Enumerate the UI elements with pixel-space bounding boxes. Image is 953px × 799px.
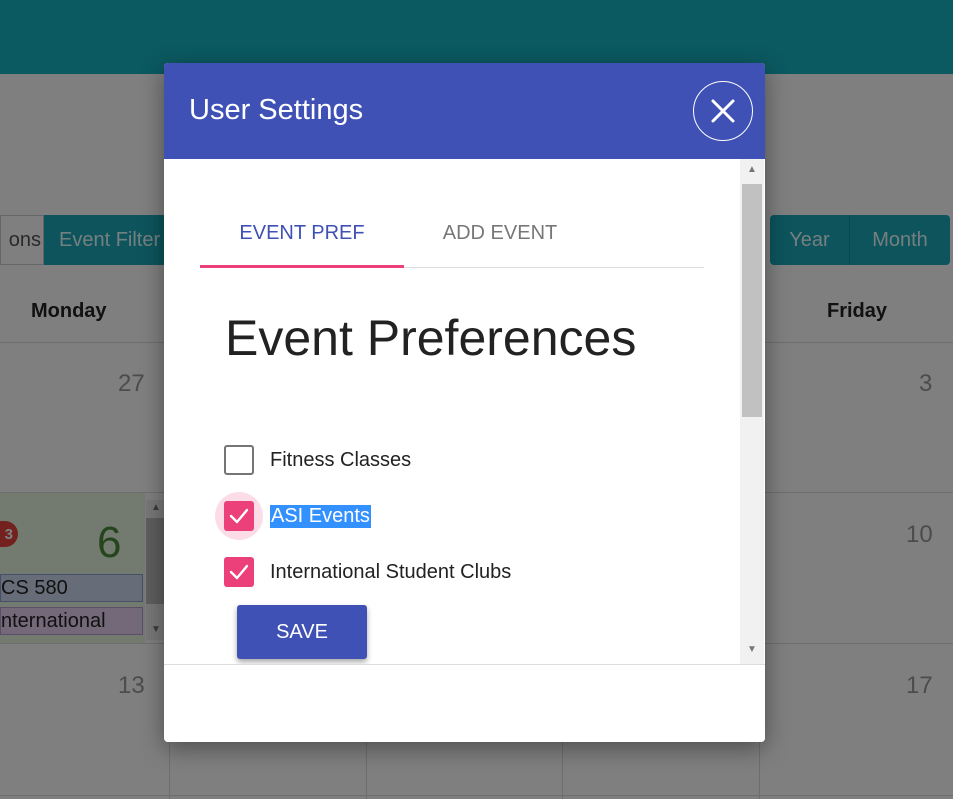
- tab-add-event[interactable]: ADD EVENT: [404, 213, 596, 268]
- user-settings-dialog: User Settings EVENT PREF ADD EVENT Event…: [164, 63, 765, 742]
- scroll-thumb[interactable]: [742, 184, 762, 417]
- dialog-footer: [164, 664, 765, 742]
- pref-label: Fitness Classes: [270, 448, 412, 471]
- tab-event-pref[interactable]: EVENT PREF: [200, 213, 404, 268]
- pref-label: ASI Events: [270, 504, 371, 528]
- check-icon: [229, 564, 249, 580]
- dialog-body: EVENT PREF ADD EVENT Event Preferences F…: [164, 159, 765, 664]
- dialog-scrollbar[interactable]: ▲ ▼: [740, 159, 764, 664]
- pref-label: International Student Clubs: [270, 560, 512, 583]
- active-tab-indicator: [200, 265, 404, 268]
- fitness-classes-checkbox[interactable]: [224, 445, 254, 475]
- asi-events-checkbox[interactable]: [215, 492, 263, 540]
- close-icon: [711, 99, 735, 123]
- international-student-clubs-checkbox[interactable]: [224, 557, 254, 587]
- dialog-title: User Settings: [189, 94, 364, 126]
- pref-asi-events[interactable]: ASI Events: [215, 492, 371, 540]
- save-button[interactable]: SAVE: [237, 605, 367, 659]
- scroll-up-icon[interactable]: ▲: [747, 164, 757, 175]
- dialog-header: User Settings: [164, 63, 765, 159]
- close-button[interactable]: [693, 81, 753, 141]
- pref-fitness-classes[interactable]: Fitness Classes: [224, 445, 411, 475]
- check-icon: [229, 508, 249, 524]
- pref-international-student-clubs[interactable]: International Student Clubs: [224, 557, 511, 587]
- settings-tabs: EVENT PREF ADD EVENT: [200, 213, 704, 268]
- section-title: Event Preferences: [225, 310, 637, 366]
- scroll-down-icon[interactable]: ▼: [747, 644, 757, 655]
